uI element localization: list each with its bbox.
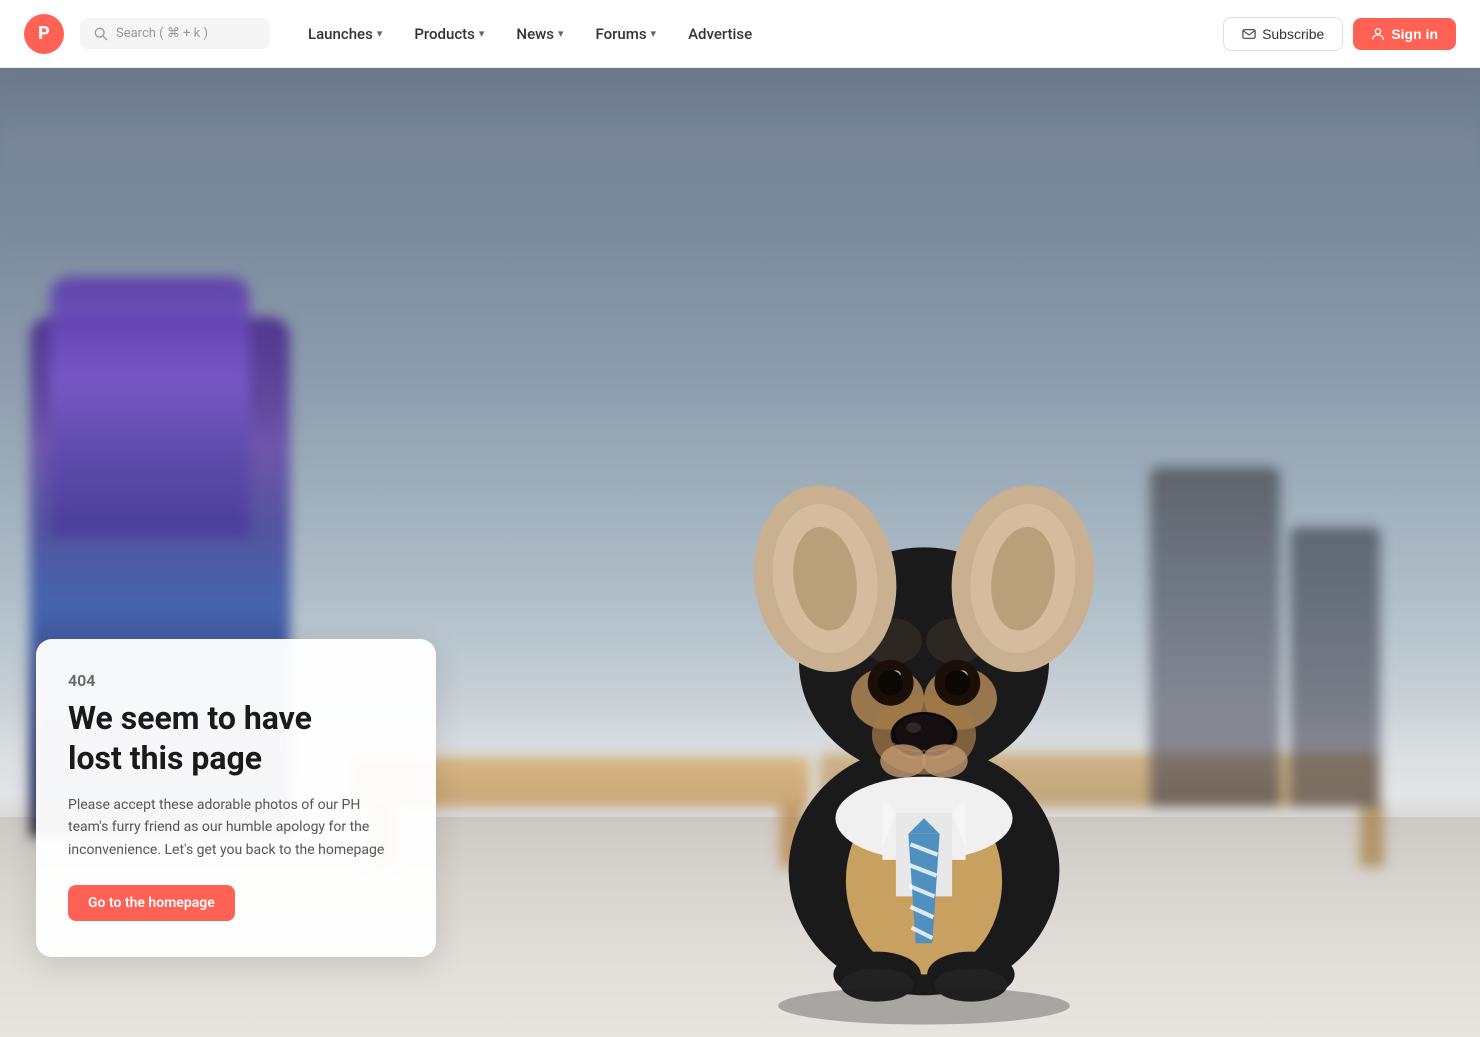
error-card: 404 We seem to have lost this page Pleas… [36, 639, 436, 957]
table-2-leg-right [1360, 805, 1384, 867]
person-far-right [1290, 527, 1380, 807]
user-icon [1371, 27, 1385, 41]
go-to-homepage-button[interactable]: Go to the homepage [68, 885, 235, 921]
navbar: P Search ( ⌘ + k ) Launches ▾ Products ▾… [0, 0, 1480, 68]
nav-links: Launches ▾ Products ▾ News ▾ Forums ▾ Ad… [294, 17, 1215, 51]
dog-container [694, 177, 1154, 1037]
nav-forums[interactable]: Forums ▾ [581, 17, 670, 51]
nav-products[interactable]: Products ▾ [400, 17, 498, 51]
nav-launches[interactable]: Launches ▾ [294, 17, 396, 51]
site-logo[interactable]: P [24, 14, 64, 54]
search-bar[interactable]: Search ( ⌘ + k ) [80, 18, 270, 49]
person-left-torso [50, 277, 250, 537]
launches-chevron-icon: ▾ [377, 27, 383, 40]
subscribe-icon [1242, 27, 1256, 41]
error-title: We seem to have lost this page [68, 698, 404, 778]
nav-news[interactable]: News ▾ [502, 17, 577, 51]
search-icon [94, 27, 108, 41]
error-description: Please accept these adorable photos of o… [68, 794, 404, 861]
nav-advertise[interactable]: Advertise [674, 17, 766, 51]
search-placeholder-text: Search ( ⌘ + k ) [116, 26, 208, 41]
person-right [1150, 467, 1280, 807]
subscribe-button[interactable]: Subscribe [1223, 17, 1343, 51]
error-code: 404 [68, 671, 404, 690]
dog-illustration [724, 287, 1124, 1037]
signin-button[interactable]: Sign in [1353, 18, 1456, 50]
products-chevron-icon: ▾ [479, 27, 485, 40]
forums-chevron-icon: ▾ [651, 27, 657, 40]
nav-actions: Subscribe Sign in [1223, 17, 1456, 51]
news-chevron-icon: ▾ [558, 27, 564, 40]
